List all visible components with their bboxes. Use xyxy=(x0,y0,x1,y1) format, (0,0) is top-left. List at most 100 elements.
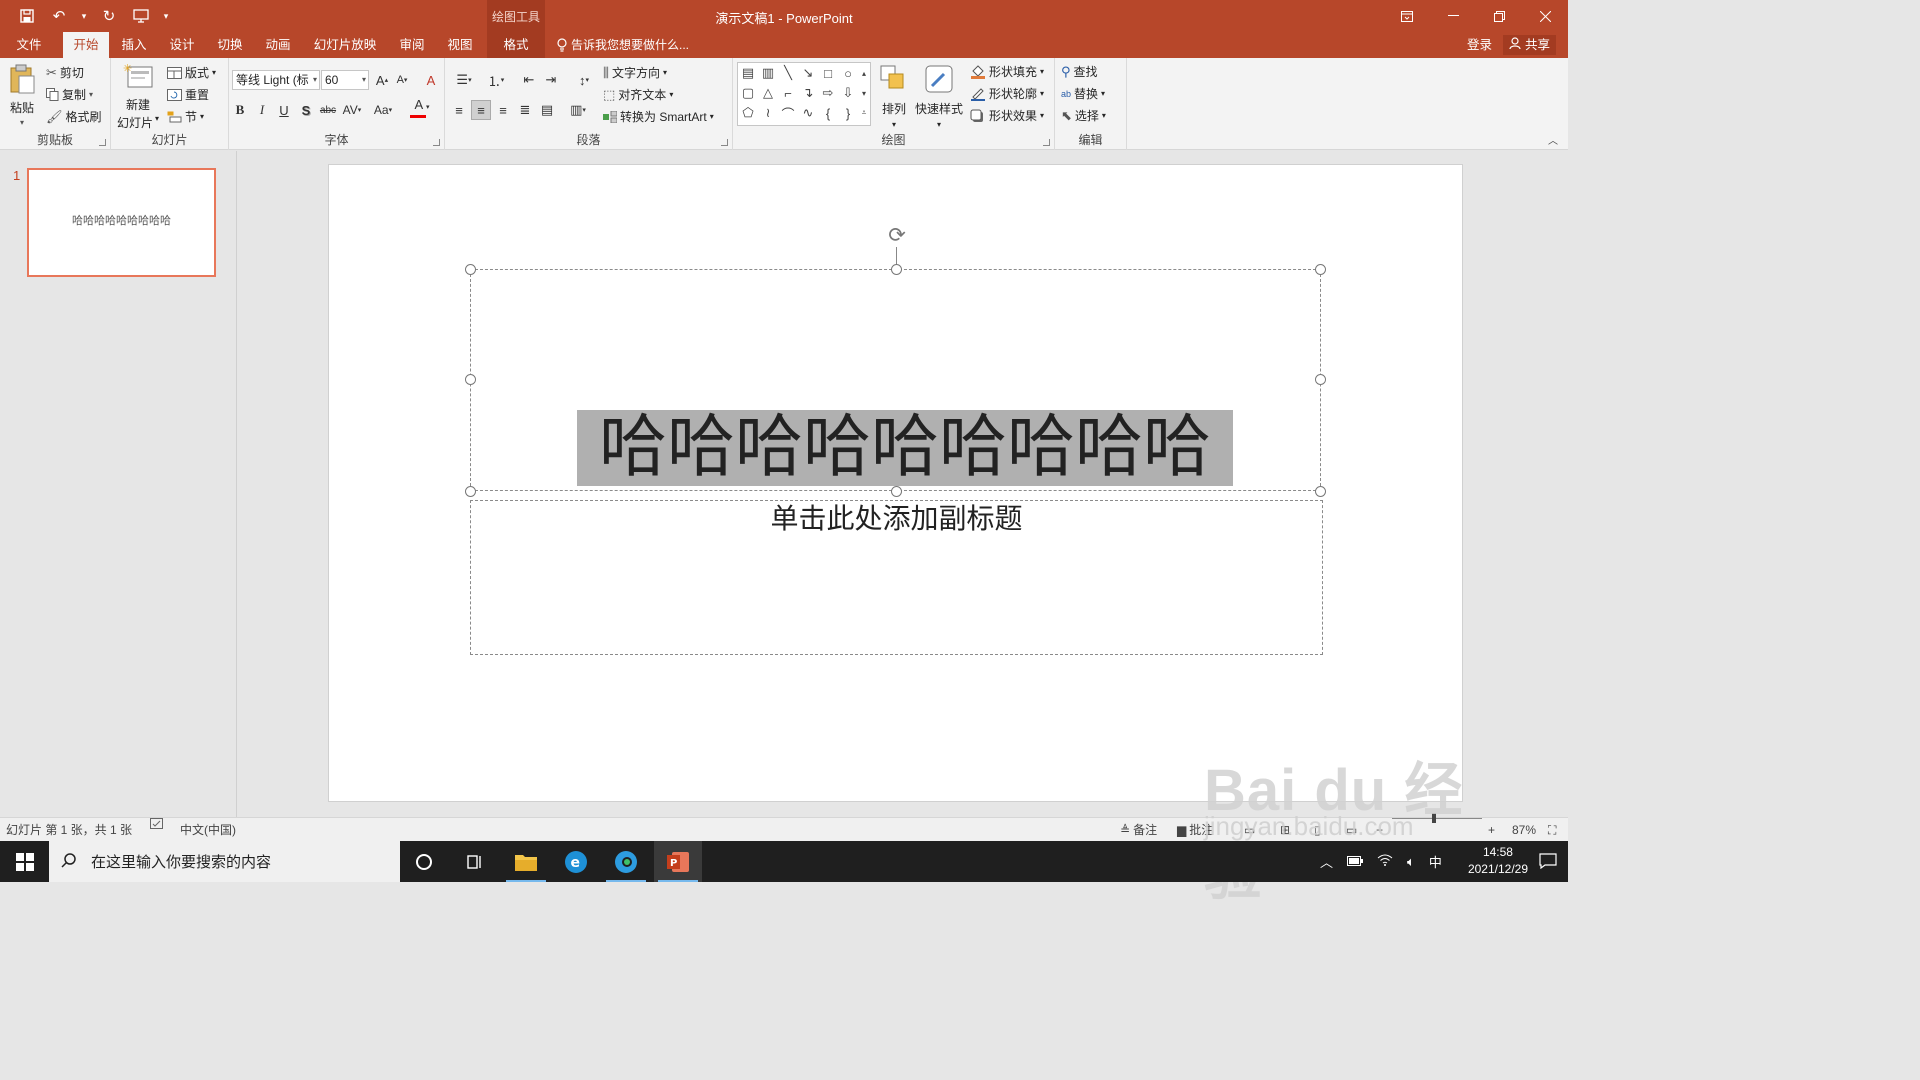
ribbon-display-options-icon[interactable] xyxy=(1384,0,1430,32)
restore-icon[interactable] xyxy=(1476,0,1522,32)
reset-button[interactable]: 重置 xyxy=(167,86,209,103)
font-name-combo[interactable]: 等线 Light (标 ▾ xyxy=(232,70,320,90)
bullets-icon[interactable]: ☰ ▾ xyxy=(449,70,479,90)
resize-handle-bottom[interactable] xyxy=(891,486,902,497)
dialog-launcher-icon[interactable] xyxy=(433,139,440,146)
resize-handle-top-right[interactable] xyxy=(1315,264,1326,275)
vertical-textbox-shape-icon[interactable]: ▥ xyxy=(759,64,777,82)
show-hidden-icons-icon[interactable]: ︿ xyxy=(1320,852,1333,871)
volume-icon[interactable]: 🔈︎ xyxy=(1407,854,1415,870)
elbow-arrow-shape-icon[interactable]: ↴ xyxy=(799,84,817,102)
elbow-connector-shape-icon[interactable]: ⌐ xyxy=(779,84,797,102)
distributed-icon[interactable]: ▤ xyxy=(537,100,557,120)
format-painter-button[interactable]: 🖌 格式刷 xyxy=(46,108,102,125)
clock[interactable]: 14:58 2021/12/29 xyxy=(1468,844,1528,878)
justify-icon[interactable]: ≣ xyxy=(515,100,535,120)
zoom-slider-thumb[interactable] xyxy=(1432,813,1436,823)
tab-animations[interactable]: 动画 xyxy=(256,32,300,58)
login-link[interactable]: 登录 xyxy=(1467,32,1492,58)
tab-insert[interactable]: 插入 xyxy=(112,32,156,58)
shape-outline-button[interactable]: 形状轮廓 ▾ xyxy=(970,85,1044,102)
line-spacing-icon[interactable]: ↕ ▾ xyxy=(569,70,599,90)
convert-smartart-button[interactable]: 转换为 SmartArt ▾ xyxy=(603,108,714,125)
arc-shape-icon[interactable]: ⌒ xyxy=(779,104,797,122)
scribble-shape-icon[interactable]: ≀ xyxy=(759,104,777,122)
replace-button[interactable]: ab 替换 ▾ xyxy=(1061,85,1105,102)
copy-button[interactable]: 复制 ▾ xyxy=(46,86,93,103)
gallery-more-icon[interactable]: ⩡ xyxy=(858,104,870,122)
shapes-gallery[interactable]: ▤ ▥ ╲ ↘ □ ○ ▢ △ ⌐ ↴ ⇨ ⇩ ⬠ ≀ ⌒ ∿ { } ▴ ▾ … xyxy=(737,62,871,126)
undo-icon[interactable]: ↶ xyxy=(46,4,72,28)
align-center-icon[interactable]: ≡ xyxy=(471,100,491,120)
slideshow-view-icon[interactable]: ▭ xyxy=(1346,818,1357,842)
zoom-in-icon[interactable]: + xyxy=(1488,818,1495,842)
taskbar-search-box[interactable]: 在这里输入你要搜索的内容 xyxy=(49,841,400,882)
subtitle-text[interactable]: 单击此处添加副标题 xyxy=(471,501,1322,537)
columns-icon[interactable]: ▥ ▾ xyxy=(563,100,593,120)
paste-button[interactable]: 粘贴 ▾ xyxy=(8,64,36,127)
zoom-out-icon[interactable]: − xyxy=(1376,818,1383,842)
fit-to-window-icon[interactable]: ⛶ xyxy=(1548,818,1556,842)
wifi-icon[interactable] xyxy=(1377,854,1393,869)
numbering-icon[interactable]: ⒈ ▾ xyxy=(481,70,511,90)
resize-handle-bottom-left[interactable] xyxy=(465,486,476,497)
minimize-icon[interactable] xyxy=(1430,0,1476,32)
tab-file[interactable]: 文件 xyxy=(6,32,52,58)
gallery-down-icon[interactable]: ▾ xyxy=(858,84,870,102)
left-brace-shape-icon[interactable]: { xyxy=(819,104,837,122)
cortana-icon[interactable] xyxy=(400,841,448,882)
customize-qat-icon[interactable]: ▾ xyxy=(160,4,172,28)
reading-view-icon[interactable]: ▯ xyxy=(1314,818,1321,842)
increase-font-size-icon[interactable]: A ▴ xyxy=(372,70,392,90)
rounded-rectangle-shape-icon[interactable]: ▢ xyxy=(739,84,757,102)
normal-view-icon[interactable]: ▭ xyxy=(1244,818,1255,842)
close-icon[interactable] xyxy=(1522,0,1568,32)
clear-formatting-icon[interactable]: A xyxy=(421,70,441,90)
resize-handle-top[interactable] xyxy=(891,264,902,275)
zoom-level[interactable]: 87% xyxy=(1512,818,1536,842)
strikethrough-icon[interactable]: abc xyxy=(318,100,338,120)
font-color-icon[interactable]: A ▾ xyxy=(407,98,437,118)
zoom-slider[interactable] xyxy=(1392,813,1482,823)
layout-button[interactable]: 版式 ▾ xyxy=(167,64,216,81)
slide-canvas[interactable]: ⟳ 哈哈哈哈哈哈哈哈哈 单击此处添加副标题 xyxy=(328,164,1463,802)
gallery-up-icon[interactable]: ▴ xyxy=(858,64,870,82)
select-button[interactable]: ⬉ 选择 ▾ xyxy=(1061,107,1106,124)
dialog-launcher-icon[interactable] xyxy=(1043,139,1050,146)
tab-slideshow[interactable]: 幻灯片放映 xyxy=(304,32,386,58)
rectangle-shape-icon[interactable]: □ xyxy=(819,64,837,82)
underline-icon[interactable]: U xyxy=(274,100,294,120)
action-center-icon[interactable] xyxy=(1538,851,1558,871)
curve-shape-icon[interactable]: ∿ xyxy=(799,104,817,122)
text-shadow-icon[interactable]: S xyxy=(296,100,316,120)
rotate-handle-icon[interactable]: ⟳ xyxy=(885,223,909,247)
slide-sorter-view-icon[interactable]: ⊞ xyxy=(1280,818,1290,842)
tell-me-box[interactable]: 告诉我您想要做什么... xyxy=(557,32,689,58)
tab-transitions[interactable]: 切换 xyxy=(208,32,252,58)
dialog-launcher-icon[interactable] xyxy=(99,139,106,146)
align-left-icon[interactable]: ≡ xyxy=(449,100,469,120)
arrow-line-shape-icon[interactable]: ↘ xyxy=(799,64,817,82)
task-view-icon[interactable] xyxy=(450,841,498,882)
change-case-icon[interactable]: Aa ▾ xyxy=(370,100,396,120)
freeform-shape-icon[interactable]: ⬠ xyxy=(739,104,757,122)
decrease-font-size-icon[interactable]: A ▾ xyxy=(392,70,412,90)
align-text-button[interactable]: ⬚ 对齐文本 ▾ xyxy=(603,86,673,103)
italic-icon[interactable]: I xyxy=(252,100,272,120)
resize-handle-top-left[interactable] xyxy=(465,264,476,275)
file-explorer-icon[interactable] xyxy=(502,841,550,882)
start-from-beginning-icon[interactable] xyxy=(128,4,154,28)
dialog-launcher-icon[interactable] xyxy=(721,139,728,146)
right-arrow-shape-icon[interactable]: ⇨ xyxy=(819,84,837,102)
tab-format[interactable]: 格式 xyxy=(487,32,545,58)
notes-button[interactable]: ≜ 备注 xyxy=(1120,818,1157,842)
section-button[interactable]: 节 ▾ xyxy=(167,108,204,125)
edge-browser-icon[interactable] xyxy=(602,841,650,882)
oval-shape-icon[interactable]: ○ xyxy=(839,64,857,82)
share-button[interactable]: 共享 xyxy=(1502,35,1556,55)
battery-icon[interactable] xyxy=(1347,854,1364,869)
save-icon[interactable] xyxy=(14,4,40,28)
spell-check-icon[interactable] xyxy=(150,818,164,830)
language-indicator[interactable]: 中文(中国) xyxy=(180,818,236,842)
slide-title[interactable]: 哈哈哈哈哈哈哈哈哈 xyxy=(577,410,1233,486)
